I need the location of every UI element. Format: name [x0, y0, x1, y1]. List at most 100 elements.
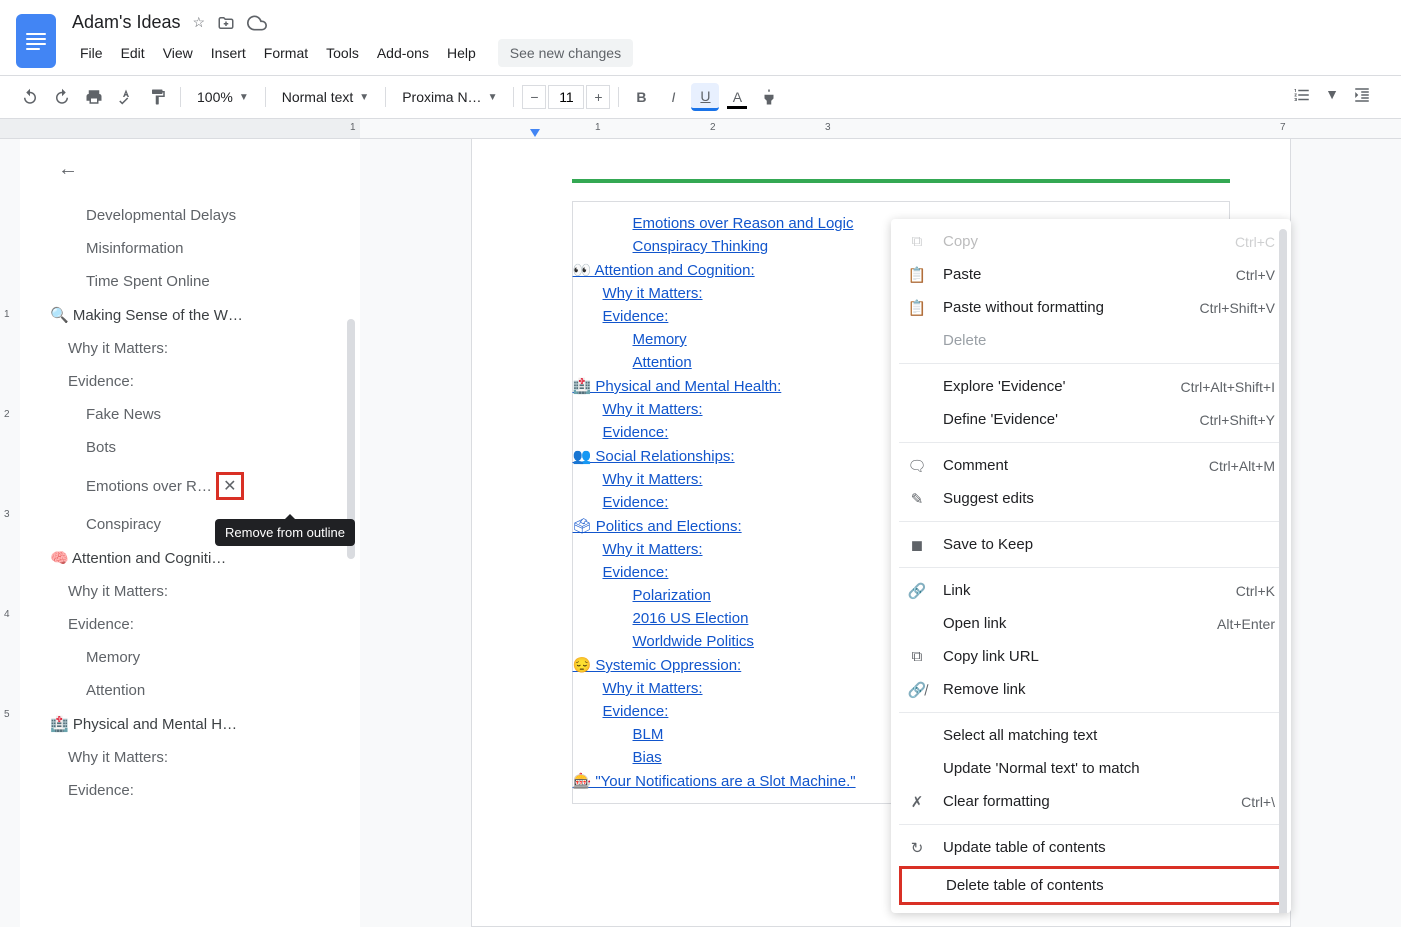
- zoom-select[interactable]: 100%▼: [189, 85, 257, 109]
- outline-item[interactable]: Why it Matters:: [50, 741, 359, 774]
- outline-item[interactable]: 🔍 Making Sense of the W…: [50, 298, 359, 332]
- docs-logo[interactable]: [16, 14, 56, 68]
- ctx-link[interactable]: 🔗 LinkCtrl+K: [891, 574, 1291, 607]
- outline-item[interactable]: Why it Matters:: [50, 332, 359, 365]
- toolbar-right-icons: ▼: [1293, 86, 1371, 104]
- undo-button[interactable]: [16, 83, 44, 111]
- ctx-remove-link[interactable]: 🔗̸ Remove link: [891, 673, 1291, 706]
- ctx-copy[interactable]: ⧉ CopyCtrl+C: [891, 225, 1291, 258]
- menu-addons[interactable]: Add-ons: [369, 41, 437, 65]
- underline-button[interactable]: U: [691, 83, 719, 111]
- ctx-delete-toc[interactable]: Delete table of contents: [899, 866, 1283, 905]
- outline-item[interactable]: Developmental Delays: [50, 199, 359, 232]
- font-select[interactable]: Proxima N…▼: [394, 85, 505, 109]
- bold-button[interactable]: B: [627, 83, 655, 111]
- italic-button[interactable]: I: [659, 83, 687, 111]
- ctx-delete: Delete: [891, 324, 1291, 357]
- outline-item-label: 🔍 Making Sense of the W…: [50, 307, 243, 324]
- ctx-scrollbar[interactable]: [1279, 229, 1287, 913]
- outline-item[interactable]: Evidence:: [50, 608, 359, 641]
- font-size-increase[interactable]: +: [586, 85, 610, 109]
- outline-item[interactable]: Fake News: [50, 398, 359, 431]
- ruler-tick: 1: [595, 122, 601, 133]
- outline-item-label: 🧠 Attention and Cogniti…: [50, 550, 226, 567]
- outline-collapse-button[interactable]: ←: [50, 151, 86, 187]
- outline-item[interactable]: Memory: [50, 641, 359, 674]
- menu-tools[interactable]: Tools: [318, 41, 367, 65]
- ctx-clear-formatting[interactable]: ✗ Clear formattingCtrl+\: [891, 785, 1291, 818]
- style-select[interactable]: Normal text▼: [274, 85, 377, 109]
- paste-icon: 📋: [907, 266, 927, 284]
- see-new-changes[interactable]: See new changes: [498, 39, 633, 67]
- document-title[interactable]: Adam's Ideas: [72, 12, 181, 33]
- document-outline: ← Developmental Delays Misinformation Time…: [20, 139, 360, 927]
- outline-item[interactable]: Evidence:: [50, 365, 359, 398]
- outline-item-label: 🏥 Physical and Mental H…: [50, 716, 237, 733]
- outline-item[interactable]: Emotions over R…✕: [50, 464, 359, 508]
- highlight-button[interactable]: [755, 83, 783, 111]
- outline-item-label: Developmental Delays: [86, 207, 236, 224]
- outline-item-label: Bots: [86, 439, 116, 456]
- outline-item[interactable]: 🧠 Attention and Cogniti…: [50, 541, 359, 575]
- suggest-icon: ✎: [907, 490, 927, 508]
- menu-help[interactable]: Help: [439, 41, 484, 65]
- ctx-paste[interactable]: 📋 PasteCtrl+V: [891, 258, 1291, 291]
- outline-item[interactable]: Misinformation: [50, 232, 359, 265]
- link-icon: 🔗: [907, 582, 927, 600]
- star-icon[interactable]: ☆: [193, 14, 206, 31]
- ctx-suggest[interactable]: ✎ Suggest edits: [891, 482, 1291, 515]
- menu-edit[interactable]: Edit: [113, 41, 153, 65]
- remove-from-outline-button[interactable]: ✕: [216, 472, 244, 500]
- indent-icon[interactable]: [1353, 86, 1371, 104]
- page-divider: [572, 179, 1230, 183]
- outline-item[interactable]: Time Spent Online: [50, 265, 359, 298]
- ctx-paste-nofmt[interactable]: 📋 Paste without formattingCtrl+Shift+V: [891, 291, 1291, 324]
- outline-item[interactable]: 🏥 Physical and Mental H…: [50, 707, 359, 741]
- ctx-open-link[interactable]: Open linkAlt+Enter: [891, 607, 1291, 640]
- ctx-define[interactable]: Define 'Evidence'Ctrl+Shift+Y: [891, 403, 1291, 436]
- refresh-icon: ↻: [907, 839, 927, 857]
- font-size-input[interactable]: [548, 85, 584, 109]
- outline-item[interactable]: Evidence:: [50, 774, 359, 807]
- ruler-tick: 2: [710, 122, 716, 133]
- menu-format[interactable]: Format: [256, 41, 316, 65]
- outline-item-label: Evidence:: [68, 782, 134, 799]
- dropdown-arrow-icon[interactable]: ▼: [1325, 86, 1339, 104]
- ctx-comment[interactable]: 🗨 CommentCtrl+Alt+M: [891, 449, 1291, 482]
- move-icon[interactable]: [217, 14, 235, 32]
- print-button[interactable]: [80, 83, 108, 111]
- outline-item-label: Emotions over R…: [86, 478, 212, 495]
- ctx-explore[interactable]: Explore 'Evidence'Ctrl+Alt+Shift+I: [891, 370, 1291, 403]
- context-menu: ⧉ CopyCtrl+C 📋 PasteCtrl+V 📋 Paste witho…: [891, 219, 1291, 913]
- outline-item-label: Evidence:: [68, 373, 134, 390]
- outline-item[interactable]: Why it Matters:: [50, 575, 359, 608]
- ctx-save-keep[interactable]: ◼ Save to Keep: [891, 528, 1291, 561]
- outline-item-label: Memory: [86, 649, 140, 666]
- outline-item-label: Misinformation: [86, 240, 184, 257]
- clear-format-icon: ✗: [907, 793, 927, 811]
- app-header: Adam's Ideas ☆ File Edit View Insert For…: [0, 0, 1401, 75]
- ctx-copy-link[interactable]: ⧉ Copy link URL: [891, 640, 1291, 673]
- ctx-update-toc[interactable]: ↻ Update table of contents: [891, 831, 1291, 864]
- remove-from-outline-tooltip: Remove from outline: [215, 519, 355, 546]
- horizontal-ruler[interactable]: 1 1 2 3 7: [0, 119, 1401, 139]
- menu-view[interactable]: View: [155, 41, 201, 65]
- numbered-list-icon[interactable]: [1293, 86, 1311, 104]
- text-color-button[interactable]: A: [723, 83, 751, 111]
- cloud-status-icon[interactable]: [247, 13, 267, 33]
- outline-item[interactable]: Attention: [50, 674, 359, 707]
- paint-format-button[interactable]: [144, 83, 172, 111]
- font-size-decrease[interactable]: −: [522, 85, 546, 109]
- spellcheck-button[interactable]: [112, 83, 140, 111]
- menu-file[interactable]: File: [72, 41, 111, 65]
- menu-insert[interactable]: Insert: [203, 41, 254, 65]
- outline-item[interactable]: Bots: [50, 431, 359, 464]
- ctx-select-matching[interactable]: Select all matching text: [891, 719, 1291, 752]
- redo-button[interactable]: [48, 83, 76, 111]
- ruler-indent-marker[interactable]: [530, 129, 540, 137]
- vertical-ruler[interactable]: 1 2 3 4 5: [0, 139, 20, 927]
- ruler-tick: 3: [825, 122, 831, 133]
- ruler-tick: 7: [1280, 122, 1286, 133]
- paste-nofmt-icon: 📋: [907, 299, 927, 317]
- ctx-update-normal[interactable]: Update 'Normal text' to match: [891, 752, 1291, 785]
